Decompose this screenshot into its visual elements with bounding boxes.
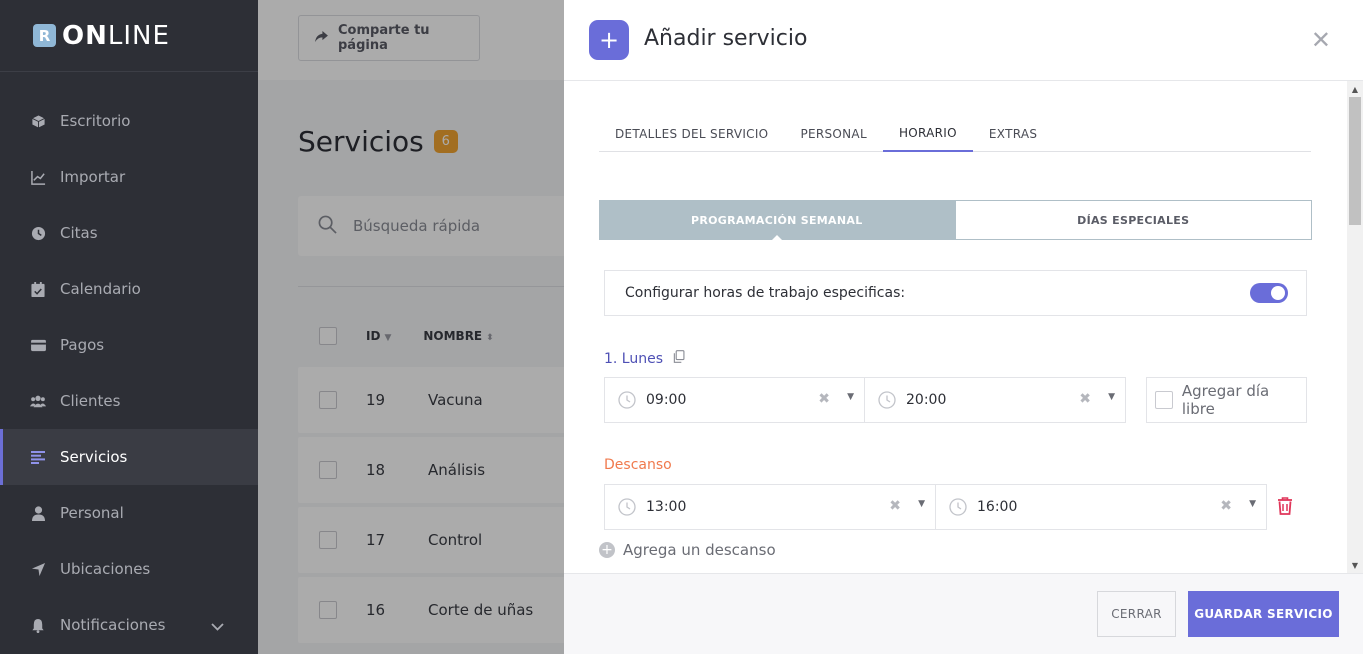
- sidebar-item-label: Ubicaciones: [60, 560, 151, 578]
- specific-hours-row: Configurar horas de trabajo especificas:: [604, 270, 1307, 316]
- sidebar-item-citas[interactable]: Citas: [0, 205, 258, 261]
- break-end-time-value: 16:00: [977, 499, 1018, 515]
- specific-hours-label: Configurar horas de trabajo especificas:: [625, 285, 906, 301]
- save-service-button[interactable]: GUARDAR SERVICIO: [1188, 591, 1339, 637]
- plus-circle-icon: +: [599, 542, 615, 558]
- panel-footer: CERRAR GUARDAR SERVICIO: [564, 573, 1363, 654]
- clock-icon: [618, 498, 636, 516]
- app-logo[interactable]: R ONLINE: [0, 0, 258, 72]
- break-start-time-value: 13:00: [646, 499, 687, 515]
- trash-icon[interactable]: [1277, 497, 1293, 515]
- caret-down-icon[interactable]: ▼: [1249, 499, 1256, 509]
- sidebar-item-importar[interactable]: Importar: [0, 149, 258, 205]
- day-start-time-value: 09:00: [646, 392, 687, 408]
- day-off-checkbox[interactable]: [1155, 391, 1173, 409]
- specific-hours-toggle[interactable]: [1250, 283, 1288, 303]
- chart-line-icon: [30, 169, 46, 185]
- cube-icon: [30, 113, 46, 129]
- user-icon: [30, 505, 46, 521]
- sidebar-item-pagos[interactable]: Pagos: [0, 317, 258, 373]
- clear-icon[interactable]: ✖: [1079, 391, 1091, 407]
- users-icon: [30, 393, 46, 409]
- day-off-option[interactable]: Agregar día libre: [1146, 377, 1307, 423]
- clock-icon: [618, 391, 636, 409]
- plus-icon: +: [589, 20, 629, 60]
- close-icon[interactable]: ✕: [1311, 26, 1331, 54]
- schedule-type-toggle: PROGRAMACIÓN SEMANAL DÍAS ESPECIALES: [599, 200, 1312, 241]
- wallet-icon: [30, 337, 46, 353]
- calendar-check-icon: [30, 281, 46, 297]
- copy-icon[interactable]: [673, 350, 685, 367]
- cancel-button[interactable]: CERRAR: [1097, 591, 1176, 637]
- scroll-thumb[interactable]: [1349, 97, 1361, 225]
- sidebar-item-personal[interactable]: Personal: [0, 485, 258, 541]
- logo-text: ONLINE: [62, 20, 170, 51]
- add-break-label: Agrega un descanso: [623, 541, 776, 559]
- clear-icon[interactable]: ✖: [818, 391, 830, 407]
- sidebar-item-label: Importar: [60, 168, 126, 186]
- panel-header: + Añadir servicio ✕: [564, 0, 1363, 81]
- sidebar-item-label: Escritorio: [60, 112, 131, 130]
- clock-icon: [30, 225, 46, 241]
- list-icon: [30, 449, 46, 465]
- sidebar-item-escritorio[interactable]: Escritorio: [0, 93, 258, 149]
- clock-icon: [878, 391, 896, 409]
- sidebar-item-calendario[interactable]: Calendario: [0, 261, 258, 317]
- sidebar-item-ubicaciones[interactable]: Ubicaciones: [0, 541, 258, 597]
- break-label: Descanso: [604, 457, 672, 473]
- day-end-time-value: 20:00: [906, 392, 947, 408]
- sidebar-item-notificaciones[interactable]: Notificaciones: [0, 597, 258, 653]
- scrollbar[interactable]: ▲ ▼: [1347, 81, 1363, 573]
- break-end-time-select[interactable]: 16:00 ✖ ▼: [935, 484, 1267, 530]
- bell-icon: [30, 617, 46, 633]
- day-off-label: Agregar día libre: [1181, 382, 1270, 418]
- day-start-time-select[interactable]: 09:00 ✖ ▼: [604, 377, 865, 423]
- add-break-button[interactable]: + Agrega un descanso: [599, 541, 776, 559]
- caret-down-icon[interactable]: ▼: [847, 392, 854, 402]
- caret-down-icon[interactable]: ▼: [1108, 392, 1115, 402]
- logo-mark: R: [33, 24, 56, 47]
- weekly-schedule-button[interactable]: PROGRAMACIÓN SEMANAL: [599, 200, 955, 241]
- day-end-time-select[interactable]: 20:00 ✖ ▼: [864, 377, 1126, 423]
- scroll-down-icon[interactable]: ▼: [1347, 557, 1363, 573]
- special-days-button[interactable]: DÍAS ESPECIALES: [954, 200, 1312, 240]
- sidebar-item-label: Pagos: [60, 336, 105, 354]
- clear-icon[interactable]: ✖: [889, 498, 901, 514]
- scroll-up-icon[interactable]: ▲: [1347, 81, 1363, 97]
- sidebar-item-label: Clientes: [60, 392, 121, 410]
- chevron-down-icon[interactable]: [211, 617, 224, 635]
- caret-down-icon[interactable]: ▼: [918, 499, 925, 509]
- tab-personal[interactable]: PERSONAL: [784, 115, 883, 152]
- location-arrow-icon: [30, 561, 46, 577]
- sidebar-item-label: Calendario: [60, 280, 141, 298]
- clear-icon[interactable]: ✖: [1220, 498, 1232, 514]
- sidebar-item-label: Servicios: [60, 448, 128, 466]
- day-label: 1. Lunes: [604, 350, 685, 367]
- panel-title: Añadir servicio: [644, 26, 808, 51]
- sidebar-item-label: Notificaciones: [60, 616, 166, 634]
- sidebar-item-label: Personal: [60, 504, 124, 522]
- add-service-panel: + Añadir servicio ✕ ▲ ▼ DETALLES DEL SER…: [564, 0, 1363, 654]
- tab-extras[interactable]: EXTRAS: [973, 115, 1053, 152]
- sidebar-item-servicios[interactable]: Servicios: [0, 429, 258, 485]
- service-tabs: DETALLES DEL SERVICIO PERSONAL HORARIO E…: [599, 115, 1311, 152]
- break-start-time-select[interactable]: 13:00 ✖ ▼: [604, 484, 936, 530]
- sidebar-nav: Escritorio Importar Citas Calendario Pag…: [0, 93, 258, 653]
- sidebar-item-clientes[interactable]: Clientes: [0, 373, 258, 429]
- tab-detalles[interactable]: DETALLES DEL SERVICIO: [599, 115, 784, 152]
- day-label-text: 1. Lunes: [604, 350, 664, 367]
- clock-icon: [949, 498, 967, 516]
- sidebar: R ONLINE Escritorio Importar Citas Calen…: [0, 0, 258, 654]
- tab-horario[interactable]: HORARIO: [882, 115, 973, 152]
- sidebar-item-label: Citas: [60, 224, 98, 242]
